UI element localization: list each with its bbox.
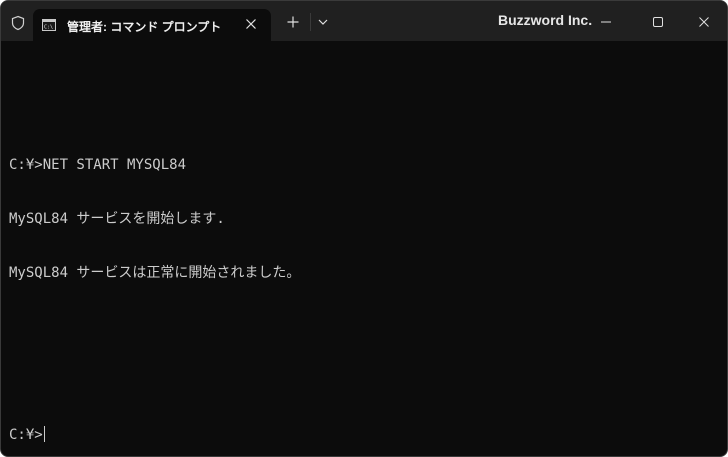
terminal-line: MySQL84 サービスを開始します. xyxy=(9,211,225,227)
tab-command-prompt[interactable]: C:\ 管理者: コマンド プロンプト xyxy=(33,9,271,41)
close-tab-icon[interactable] xyxy=(245,18,257,30)
shield-icon xyxy=(11,15,25,31)
divider xyxy=(310,13,311,31)
maximize-button[interactable] xyxy=(635,1,681,41)
close-button[interactable] xyxy=(681,1,727,41)
maximize-icon xyxy=(653,17,663,27)
brand-label: Buzzword Inc. xyxy=(498,12,593,28)
text-cursor xyxy=(43,426,45,442)
terminal-line: MySQL84 サービスは正常に開始されました。 xyxy=(9,265,301,281)
cmd-icon: C:\ xyxy=(42,19,56,31)
terminal-output[interactable]: C:¥>NET START MYSQL84 MySQL84 サービスを開始します… xyxy=(1,41,727,456)
svg-text:C:\: C:\ xyxy=(44,25,53,31)
terminal-line: C:¥>NET START MYSQL84 xyxy=(9,157,187,173)
prompt-text: C:¥> xyxy=(9,427,43,443)
terminal-window: C:\ 管理者: コマンド プロンプト Buzzword Inc. C:¥>NE… xyxy=(0,0,728,457)
prompt-line[interactable]: C:¥> xyxy=(9,426,727,444)
minimize-button[interactable] xyxy=(583,1,629,41)
tab-title: 管理者: コマンド プロンプト xyxy=(67,20,222,34)
minimize-icon xyxy=(601,21,611,23)
chevron-down-icon[interactable] xyxy=(317,18,329,26)
title-bar[interactable]: C:\ 管理者: コマンド プロンプト Buzzword Inc. xyxy=(1,1,727,41)
close-icon xyxy=(699,17,709,27)
plus-icon[interactable] xyxy=(285,14,301,30)
